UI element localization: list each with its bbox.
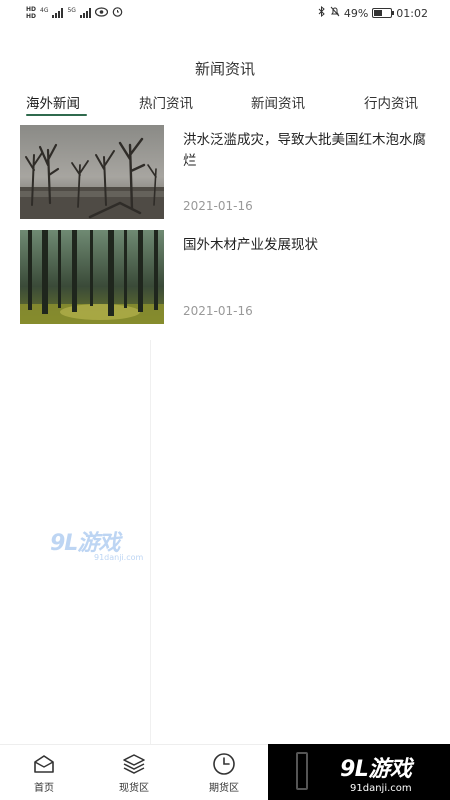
alarm-icon — [112, 6, 123, 20]
mute-icon — [330, 6, 340, 20]
active-tab-indicator — [26, 114, 87, 116]
nav-home[interactable]: 首页 — [14, 751, 74, 794]
news-title: 国外木材产业发展现状 — [183, 237, 318, 253]
nav-label: 首页 — [34, 783, 54, 794]
divider — [150, 340, 151, 750]
page-title: 新闻资讯 — [194, 60, 255, 78]
battery-icon — [372, 8, 395, 18]
forest-thumbnail — [20, 230, 164, 324]
news-title: 洪水泛滥成灾，导致大批美国红木泡水腐烂 — [183, 132, 426, 169]
status-left: HD HD 4G 5G — [26, 6, 123, 20]
bottom-nav: 首页 现货区 期货区 新 9L游戏 91danji.com — [0, 744, 450, 800]
net-tag-4g: 4G — [40, 7, 49, 14]
nav-spot-market[interactable]: 现货区 — [104, 751, 164, 794]
tab-industry-news[interactable]: 行内资讯 — [364, 92, 418, 112]
signal-icon — [52, 8, 64, 18]
watermark-logo: 9L游戏 91danji.com — [50, 531, 144, 562]
status-right: 49% 01:02 — [318, 5, 428, 20]
nav-label: 期货区 — [209, 783, 239, 794]
nav-futures-market[interactable]: 期货区 — [194, 751, 254, 794]
news-date: 2021-01-16 — [183, 304, 253, 318]
signal-icon — [79, 8, 91, 18]
eye-icon — [94, 6, 109, 20]
tab-hot-news[interactable]: 热门资讯 — [139, 92, 193, 112]
home-icon — [14, 751, 74, 777]
tab-news-info[interactable]: 新闻资讯 — [251, 92, 305, 112]
news-item[interactable]: 国外木材产业发展现状 2021-01-16 — [20, 230, 430, 324]
tab-bar: 海外新闻 热门资讯 新闻资讯 行内资讯 — [0, 92, 450, 118]
layers-icon — [104, 751, 164, 777]
nav-label: 现货区 — [119, 783, 149, 794]
hd-indicator: HD HD — [26, 6, 37, 20]
news-item[interactable]: 洪水泛滥成灾，导致大批美国红木泡水腐烂 2021-01-16 — [20, 125, 430, 219]
flooded-forest-thumbnail — [20, 125, 164, 219]
news-date: 2021-01-16 — [183, 199, 253, 213]
battery-percent: 49% — [343, 6, 369, 20]
status-time: 01:02 — [396, 6, 428, 20]
clock-icon — [194, 751, 254, 777]
brand-logo-overlay: 9L游戏 91danji.com — [268, 744, 450, 800]
tab-overseas-news[interactable]: 海外新闻 — [26, 92, 80, 112]
net-tag-5g: 5G — [67, 7, 76, 14]
bluetooth-icon — [318, 5, 326, 20]
status-bar: HD HD 4G 5G 49% 01:02 — [0, 0, 450, 26]
